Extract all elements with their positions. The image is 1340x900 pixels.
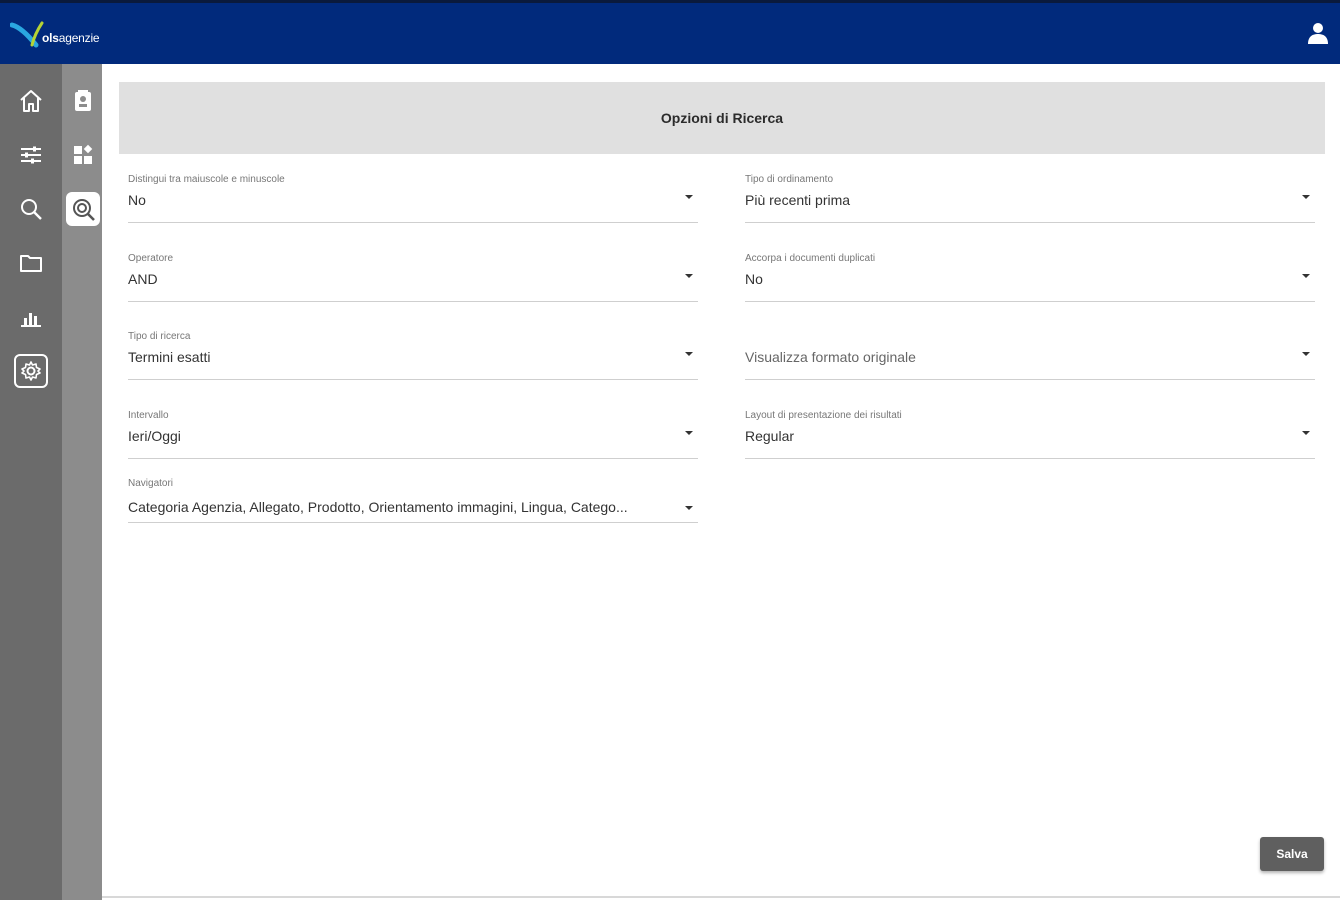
field-label: Layout di presentazione dei risultati bbox=[745, 410, 902, 421]
nav-widgets-button[interactable] bbox=[66, 138, 100, 172]
field-value: Più recenti prima bbox=[745, 192, 851, 208]
field-value: Regular bbox=[745, 428, 795, 444]
field-value: No bbox=[128, 192, 146, 208]
chevron-down-icon bbox=[685, 274, 693, 278]
field-label: Tipo di ordinamento bbox=[745, 174, 834, 185]
field-label: Distingui tra maiuscole e minuscole bbox=[128, 174, 285, 185]
save-button[interactable]: Salva bbox=[1260, 837, 1324, 871]
nav-search-button[interactable] bbox=[14, 192, 48, 226]
chevron-down-icon bbox=[1302, 195, 1310, 199]
field-value: Ieri/Oggi bbox=[128, 428, 181, 444]
field-value: AND bbox=[128, 271, 158, 287]
field-label: Accorpa i documenti duplicati bbox=[745, 253, 876, 264]
results-layout-select[interactable]: Layout di presentazione dei risultati Re… bbox=[745, 410, 1315, 459]
chevron-down-icon bbox=[1302, 274, 1310, 278]
search-type-select[interactable]: Tipo di ricerca Termini esatti bbox=[128, 331, 698, 380]
folder-icon bbox=[20, 255, 42, 272]
settings-icon bbox=[21, 361, 41, 381]
chevron-down-icon bbox=[685, 195, 693, 199]
search-options-icon bbox=[73, 199, 95, 221]
filters-icon bbox=[21, 146, 41, 164]
secondary-sidebar bbox=[62, 64, 102, 900]
field-label: Navigatori bbox=[128, 478, 174, 489]
search-icon bbox=[21, 199, 42, 220]
field-label: Tipo di ricerca bbox=[128, 331, 191, 342]
chart-icon bbox=[21, 313, 41, 327]
profile-card-icon bbox=[75, 90, 91, 111]
field-value: Categoria Agenzia, Allegato, Prodotto, O… bbox=[128, 499, 628, 515]
nav-home-button[interactable] bbox=[14, 84, 48, 118]
chevron-down-icon bbox=[1302, 431, 1310, 435]
brand-name-bold: ols bbox=[42, 31, 59, 45]
brand-logo-mark bbox=[10, 21, 44, 48]
sort-type-select[interactable]: Tipo di ordinamento Più recenti prima bbox=[745, 174, 1315, 223]
chevron-down-icon bbox=[1302, 352, 1310, 356]
nav-folder-button[interactable] bbox=[14, 246, 48, 280]
brand-name: olsagenzie bbox=[42, 31, 100, 45]
operator-select[interactable]: Operatore AND bbox=[128, 253, 698, 302]
navigators-select[interactable]: Navigatori Categoria Agenzia, Allegato, … bbox=[128, 478, 698, 523]
brand-logo[interactable]: olsagenzie bbox=[10, 17, 100, 51]
merge-duplicates-select[interactable]: Accorpa i documenti duplicati No bbox=[745, 253, 1315, 302]
field-value: No bbox=[745, 271, 763, 287]
field-value: Termini esatti bbox=[128, 349, 211, 365]
field-placeholder: Visualizza formato originale bbox=[745, 349, 916, 365]
field-label: Operatore bbox=[128, 253, 174, 264]
chevron-down-icon bbox=[685, 431, 693, 435]
home-icon bbox=[20, 90, 42, 112]
original-format-select[interactable]: Visualizza formato originale bbox=[745, 331, 1315, 380]
nav-profile-card-button[interactable] bbox=[66, 84, 100, 118]
chevron-down-icon bbox=[685, 506, 693, 510]
panel-header: Opzioni di Ricerca bbox=[119, 82, 1325, 154]
nav-settings-button[interactable] bbox=[14, 354, 48, 388]
interval-select[interactable]: Intervallo Ieri/Oggi bbox=[128, 410, 698, 459]
page-title: Opzioni di Ricerca bbox=[660, 110, 784, 126]
chevron-down-icon bbox=[685, 352, 693, 356]
divider bbox=[102, 896, 1340, 898]
field-label: Intervallo bbox=[128, 410, 169, 421]
widgets-icon bbox=[74, 144, 93, 164]
nav-filters-button[interactable] bbox=[14, 138, 48, 172]
case-sensitive-select[interactable]: Distingui tra maiuscole e minuscole No bbox=[128, 174, 698, 223]
nav-search-options-button[interactable] bbox=[66, 192, 100, 226]
nav-stats-button[interactable] bbox=[14, 300, 48, 334]
user-account-icon[interactable] bbox=[1306, 21, 1330, 45]
brand-name-rest: agenzie bbox=[58, 31, 100, 45]
top-bar: olsagenzie bbox=[0, 0, 1340, 64]
primary-sidebar bbox=[0, 64, 62, 900]
